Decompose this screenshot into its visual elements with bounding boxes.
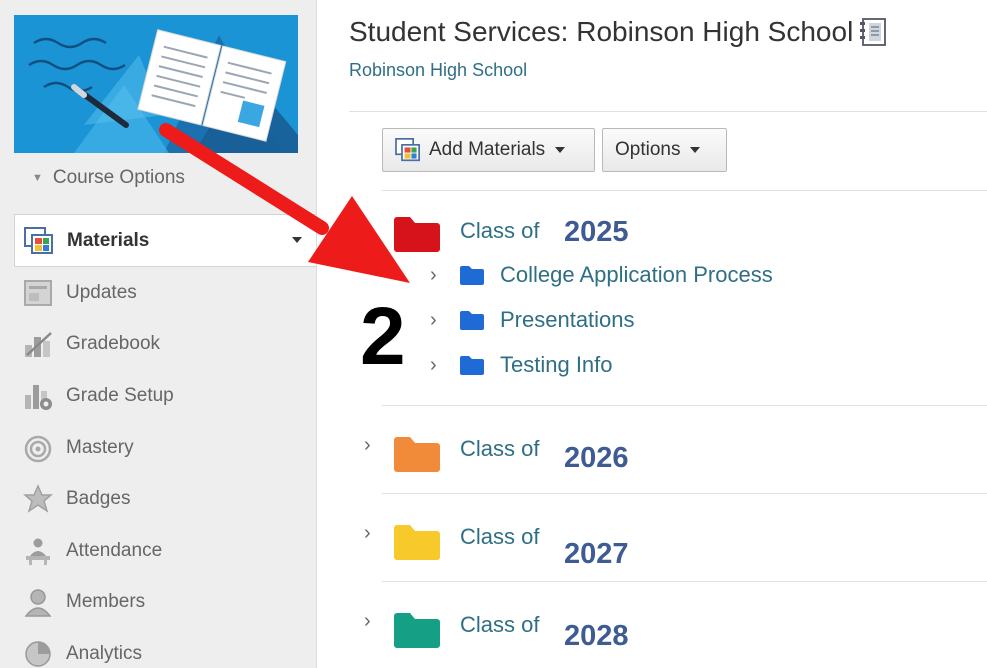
folder-icon (460, 265, 484, 285)
folder-icon (460, 355, 484, 375)
sidebar-item-label: Materials (67, 229, 150, 251)
sidebar-item-updates[interactable]: Updates (14, 267, 316, 319)
badges-icon (22, 483, 54, 515)
subfolder-label[interactable]: College Application Process (500, 262, 773, 288)
divider (382, 405, 987, 406)
sidebar-item-label: Gradebook (66, 333, 161, 355)
chevron-right-icon[interactable]: › (364, 434, 371, 457)
folder-row-class-of-2027[interactable]: › Class of 2027 (360, 520, 987, 576)
sidebar-item-gradebook[interactable]: Gradebook (14, 319, 316, 371)
course-banner-image (14, 15, 298, 153)
course-banner-illustration (14, 15, 298, 153)
caret-down-icon (555, 147, 566, 153)
sidebar-item-analytics[interactable]: Analytics (14, 628, 316, 668)
subfolder-presentations[interactable]: › Presentations (430, 305, 635, 335)
add-materials-label: Add Materials (429, 139, 546, 160)
sidebar-item-members[interactable]: Members (14, 577, 316, 629)
divider (382, 581, 987, 582)
chevron-right-icon[interactable]: › (430, 354, 460, 377)
subfolder-college-application-process[interactable]: › College Application Process (430, 260, 773, 290)
add-materials-icon (395, 138, 421, 162)
mastery-icon (22, 432, 54, 464)
course-options-toggle[interactable]: ▼ Course Options (32, 166, 185, 190)
chevron-right-icon[interactable]: › (430, 309, 460, 332)
sidebar-item-badges[interactable]: Badges (14, 473, 316, 525)
sidebar-item-label: Grade Setup (66, 384, 174, 406)
sidebar-item-label: Members (66, 591, 146, 613)
sidebar-item-label: Mastery (66, 436, 134, 458)
materials-icon (23, 225, 55, 257)
notebook-icon[interactable] (859, 18, 889, 46)
folder-icon (394, 217, 440, 252)
folder-icon (394, 437, 440, 472)
sidebar-item-materials[interactable]: Materials (14, 214, 316, 267)
divider (382, 493, 987, 494)
caret-down-icon (690, 147, 701, 153)
folder-row-class-of-2026[interactable]: › Class of 2026 (360, 432, 987, 482)
updates-icon (22, 277, 54, 309)
chevron-right-icon[interactable]: › (364, 522, 371, 545)
folder-label[interactable]: Class of (460, 524, 539, 550)
chevron-down-icon[interactable]: › (356, 226, 379, 233)
options-label: Options (615, 139, 681, 160)
folder-year-annotation: 2026 (564, 442, 629, 474)
page-header: Student Services: Robinson High School (349, 16, 889, 48)
subfolder-testing-info[interactable]: › Testing Info (430, 350, 613, 380)
folder-icon (394, 613, 440, 648)
page-title: Student Services: Robinson High School (349, 16, 854, 47)
sidebar-item-label: Attendance (66, 539, 163, 561)
sidebar-item-label: Updates (66, 281, 137, 303)
page: ▼ Course Options Materials Updates Grade… (0, 0, 987, 668)
folder-icon (460, 310, 484, 330)
dropdown-caret-icon[interactable] (292, 237, 302, 243)
folder-icon (394, 525, 440, 560)
folder-row-class-of-2025[interactable]: › Class of 2025 (357, 212, 987, 252)
divider (349, 111, 987, 112)
folder-year-annotation: 2028 (564, 620, 629, 652)
school-link[interactable]: Robinson High School (349, 60, 527, 81)
step-number-annotation: 2 (360, 291, 406, 382)
subfolder-label[interactable]: Presentations (500, 307, 635, 333)
course-options-label: Course Options (52, 167, 185, 188)
caret-down-icon: ▼ (32, 172, 43, 184)
subfolder-label[interactable]: Testing Info (500, 352, 613, 378)
folder-label[interactable]: Class of (460, 612, 539, 638)
folder-label[interactable]: Class of (460, 218, 539, 244)
sidebar: ▼ Course Options Materials Updates Grade… (0, 0, 317, 668)
folder-row-class-of-2028[interactable]: › Class of 2028 (360, 608, 987, 664)
gradebook-icon (22, 328, 54, 360)
add-materials-button[interactable]: Add Materials (382, 128, 595, 172)
members-icon (22, 586, 54, 618)
divider (382, 190, 987, 191)
folder-year-annotation: 2027 (564, 538, 629, 570)
chevron-right-icon[interactable]: › (430, 264, 460, 287)
sidebar-item-grade-setup[interactable]: Grade Setup (14, 370, 316, 422)
sidebar-nav: Materials Updates Gradebook Grade Setup … (14, 214, 316, 668)
chevron-right-icon[interactable]: › (364, 610, 371, 633)
options-button[interactable]: Options (602, 128, 727, 172)
sidebar-item-mastery[interactable]: Mastery (14, 422, 316, 474)
grade-setup-icon (22, 380, 54, 412)
folder-year-annotation: 2025 (564, 216, 629, 248)
sidebar-item-label: Badges (66, 488, 131, 510)
analytics-icon (22, 638, 54, 668)
folder-label[interactable]: Class of (460, 436, 539, 462)
sidebar-item-label: Analytics (66, 642, 143, 664)
sidebar-item-attendance[interactable]: Attendance (14, 525, 316, 577)
attendance-icon (22, 535, 54, 567)
